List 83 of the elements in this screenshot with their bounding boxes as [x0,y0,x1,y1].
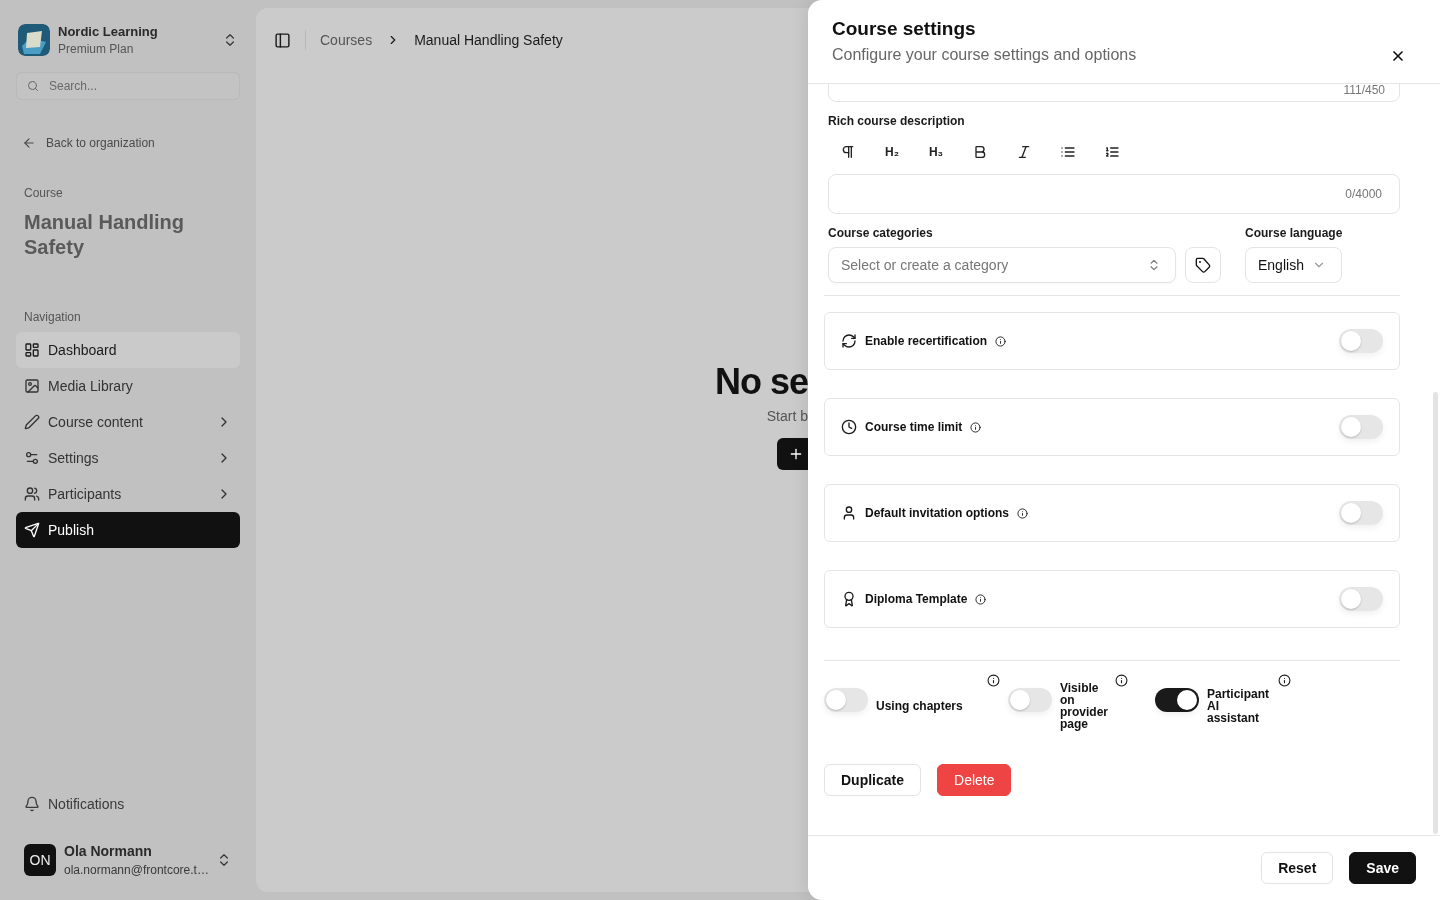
close-icon [1390,48,1406,64]
setting-label: Default invitation options [865,506,1009,520]
tag-button[interactable] [1185,247,1221,283]
bullet-list-icon [1060,144,1076,160]
clock-icon [841,419,857,435]
setting-label: Diploma Template [865,592,968,606]
toggle-switch[interactable] [1339,415,1383,439]
image-icon [24,378,40,394]
pencil-icon [24,414,40,430]
rich-text-editor[interactable]: 0/4000 [828,174,1400,214]
delete-button[interactable]: Delete [937,764,1012,796]
user-name: Ola Normann [64,843,153,859]
pilcrow-icon [840,144,856,160]
back-link[interactable]: Back to organization [16,136,155,150]
italic-icon [1016,144,1032,160]
user-avatar: ON [24,844,56,876]
sheet-subtitle: Configure your course settings and options [832,46,1138,64]
plus-icon [788,446,804,462]
option-label: Participant AI assistant [1207,688,1270,724]
language-select[interactable]: English [1245,247,1342,283]
info-icon [987,674,1000,687]
nav-item[interactable]: Participants [16,476,240,512]
nav-item[interactable]: Media Library [16,368,240,404]
duplicate-button[interactable]: Duplicate [824,764,921,796]
logo-icon [18,24,50,56]
option-label: Using chapters [876,700,964,712]
sidebar-toggle-icon [274,31,291,49]
refresh-icon [841,333,857,349]
section-label: Course [23,186,64,200]
category-select[interactable]: Select or create a category [828,247,1176,283]
user-icon [841,505,857,521]
info-icon [1017,507,1028,519]
toggle-switch[interactable] [1339,587,1383,611]
heading-button[interactable]: H₂ [872,138,912,166]
toggle-switch[interactable] [1339,501,1383,525]
info-icon [1115,674,1128,687]
send-icon [24,522,40,538]
sliders-icon [24,450,40,466]
search-field[interactable]: Search... [16,72,240,100]
toggle-switch[interactable] [824,688,868,712]
breadcrumb-link[interactable]: Courses [320,32,373,48]
description-field[interactable]: 111/450 [828,84,1400,102]
users-icon [24,486,40,502]
info-icon [975,593,987,605]
tag-icon [1195,257,1211,273]
reset-button[interactable]: Reset [1261,852,1334,884]
scrollbar[interactable] [1433,392,1438,834]
info-icon [995,335,1007,347]
bell-icon [24,796,40,812]
add-button[interactable] [777,438,808,470]
toggle-switch[interactable] [1155,688,1199,712]
toggle-switch[interactable] [1008,688,1052,712]
info-icon [970,421,982,433]
option-label: Visible on provider page [1060,682,1107,730]
course-title: Manual Handling Safety [23,210,185,260]
save-button[interactable]: Save [1349,852,1416,884]
bold-icon [972,144,988,160]
character-counter: 0/4000 [1345,187,1382,201]
empty-state-text: Start b [766,408,808,424]
grid-icon [24,342,40,358]
heading-button[interactable]: H₃ [916,138,956,166]
field-label: Course categories [828,226,934,240]
empty-state-title: No se [714,362,808,402]
user-email: ola.normann@frontcore.t… [64,863,208,877]
field-label: Course language [1245,226,1344,240]
numbered-list-icon [1104,144,1120,160]
section-label: Navigation [23,310,82,324]
toggle-switch[interactable] [1339,329,1383,353]
sheet-title: Course settings [832,18,977,40]
nav-item[interactable]: Course content [16,404,240,440]
setting-label: Enable recertification [865,334,988,348]
nav-item[interactable]: Dashboard [16,332,240,368]
nav-item[interactable]: Publish [16,512,240,548]
setting-label: Course time limit [865,420,963,434]
plan-label: Premium Plan [58,42,135,56]
info-icon [1278,674,1291,687]
field-label: Rich course description [828,114,966,128]
breadcrumb-link[interactable]: Manual Handling Safety [414,32,563,48]
notifications-link[interactable]: Notifications [16,794,240,814]
character-counter: 111/450 [1343,84,1385,97]
award-icon [841,591,857,607]
organization-name: Nordic Learning [58,24,159,39]
nav-item[interactable]: Settings [16,440,240,476]
